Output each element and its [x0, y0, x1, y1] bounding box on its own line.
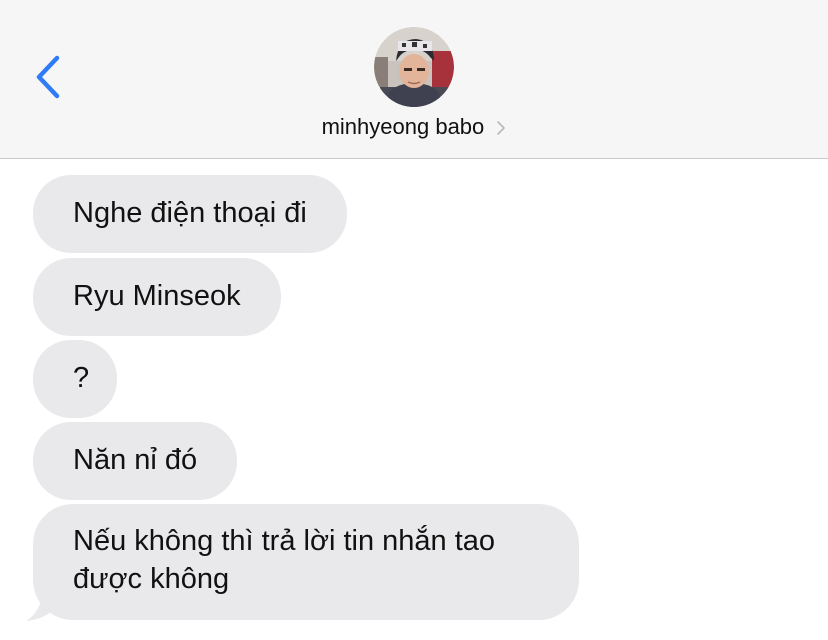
message-text: Năn nỉ đó — [73, 444, 198, 476]
conversation-header: minhyeong babo — [0, 0, 828, 159]
message-text: Ryu Minseok — [73, 280, 241, 312]
message-text: Nghe điện thoại đi — [73, 197, 307, 229]
contact-avatar[interactable] — [374, 27, 454, 107]
chevron-right-icon — [497, 121, 506, 135]
bubble-tail — [26, 589, 56, 621]
message-thread[interactable]: Nghe điện thoại đi Ryu Minseok ? Năn nỉ … — [0, 159, 828, 640]
contact-name-button[interactable]: minhyeong babo — [0, 114, 828, 140]
message-bubble-3[interactable]: ? — [33, 340, 118, 418]
message-bubble-1[interactable]: Nghe điện thoại đi — [33, 175, 347, 253]
message-text: Nếu không thì trả lời tin nhắn tao được … — [73, 525, 496, 595]
message-bubble-4[interactable]: Năn nỉ đó — [33, 422, 238, 500]
message-bubble-2[interactable]: Ryu Minseok — [33, 258, 281, 336]
chevron-left-icon — [36, 55, 60, 99]
contact-name: minhyeong babo — [321, 114, 485, 139]
message-bubble-5[interactable]: Nếu không thì trả lời tin nhắn tao được … — [33, 504, 579, 620]
avatar-photo — [374, 27, 454, 107]
message-text: ? — [73, 362, 90, 394]
back-button[interactable] — [30, 52, 70, 102]
